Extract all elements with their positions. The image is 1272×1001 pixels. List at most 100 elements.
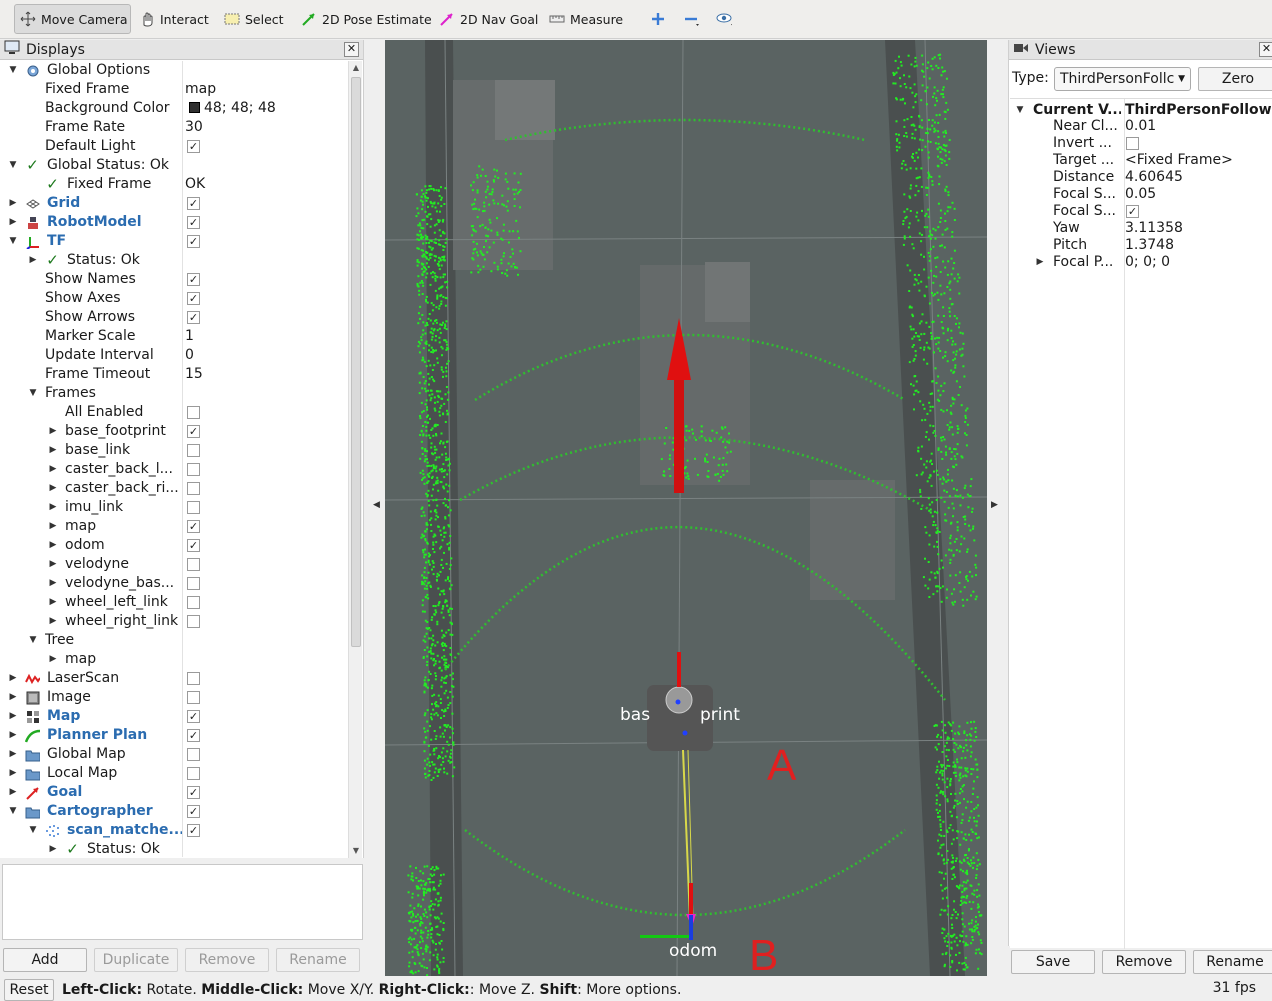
display-checkbox[interactable]: ✓	[187, 235, 200, 248]
zero-button[interactable]: Zero	[1198, 67, 1272, 91]
display-row-wheel-left-link[interactable]: ▶ wheel_left_link	[2, 593, 348, 612]
view-property-value[interactable]: 1.3748	[1125, 237, 1174, 254]
display-row-background-color[interactable]: Background Color 48; 48; 48	[2, 99, 348, 118]
expand-down-icon[interactable]: ▼	[7, 61, 19, 80]
expand-right-icon[interactable]: ▶	[47, 460, 59, 479]
display-row-show-names[interactable]: Show Names ✓	[2, 270, 348, 289]
display-row-default-light[interactable]: Default Light ✓	[2, 137, 348, 156]
display-row-imu-link[interactable]: ▶ imu_link	[2, 498, 348, 517]
expand-right-icon[interactable]: ▶	[47, 612, 59, 631]
display-row-status-ok[interactable]: ▶ ✓ Status: Ok	[2, 251, 348, 270]
display-row-local-map[interactable]: ▶ Local Map	[2, 764, 348, 783]
display-value[interactable]: 1	[185, 327, 194, 346]
display-checkbox[interactable]	[187, 596, 200, 609]
expand-down-icon[interactable]: ▼	[27, 631, 39, 650]
display-row-velodyne[interactable]: ▶ velodyne	[2, 555, 348, 574]
display-row-goal[interactable]: ▶ Goal ✓	[2, 783, 348, 802]
collapse-right-icon[interactable]: ▶	[991, 500, 998, 510]
add-button[interactable]: Add	[3, 948, 87, 972]
display-row-caster-back-ri[interactable]: ▶ caster_back_ri...	[2, 479, 348, 498]
expand-right-icon[interactable]: ▶	[7, 669, 19, 688]
view-property-checkbox[interactable]: ✓	[1126, 205, 1139, 218]
displays-scrollbar[interactable]: ▲ ▼	[348, 61, 362, 858]
display-checkbox[interactable]: ✓	[187, 140, 200, 153]
render-viewport[interactable]: bas print odom A B	[385, 40, 987, 976]
save-view-button[interactable]: Save	[1011, 950, 1095, 974]
expand-right-icon[interactable]: ▶	[47, 498, 59, 517]
display-row-scan-matche[interactable]: ▼ scan_matche... ✓	[2, 821, 348, 840]
display-row-all-enabled[interactable]: All Enabled	[2, 403, 348, 422]
expand-right-icon[interactable]: ▶	[47, 536, 59, 555]
display-checkbox[interactable]: ✓	[187, 824, 200, 837]
move-camera-button[interactable]: Move Camera	[14, 4, 131, 34]
view-property-row[interactable]: ▶ Focal P... 0; 0; 0	[1010, 254, 1272, 271]
display-row-robotmodel[interactable]: ▶ RobotModel ✓	[2, 213, 348, 232]
expand-right-icon[interactable]: ▶	[7, 783, 19, 802]
display-row-map[interactable]: ▶ map	[2, 650, 348, 669]
interact-button[interactable]: Interact	[134, 4, 214, 34]
display-checkbox[interactable]	[187, 482, 200, 495]
display-row-global-map[interactable]: ▶ Global Map	[2, 745, 348, 764]
expand-right-icon[interactable]: ▶	[1034, 254, 1046, 271]
remove-view-button[interactable]: Remove	[1102, 950, 1186, 974]
rename-view-button[interactable]: Rename	[1193, 950, 1272, 974]
view-property-row[interactable]: Focal S... ✓	[1010, 203, 1272, 220]
collapse-left-icon[interactable]: ◀	[373, 500, 380, 510]
view-property-row[interactable]: Focal S... 0.05	[1010, 186, 1272, 203]
display-checkbox[interactable]	[187, 501, 200, 514]
scrollbar-thumb[interactable]	[351, 77, 361, 647]
display-row-global-options[interactable]: ▼ Global Options	[2, 61, 348, 80]
expand-right-icon[interactable]: ▶	[7, 194, 19, 213]
expand-down-icon[interactable]: ▼	[7, 802, 19, 821]
expand-right-icon[interactable]: ▶	[47, 574, 59, 593]
expand-right-icon[interactable]: ▶	[7, 764, 19, 783]
display-checkbox[interactable]	[187, 748, 200, 761]
display-checkbox[interactable]: ✓	[187, 729, 200, 742]
display-row-cartographer[interactable]: ▼ Cartographer ✓	[2, 802, 348, 821]
display-row-fixed-frame[interactable]: Fixed Frame map	[2, 80, 348, 99]
display-value[interactable]: 15	[185, 365, 203, 384]
display-row-show-axes[interactable]: Show Axes ✓	[2, 289, 348, 308]
remove-tool-button[interactable]	[678, 4, 704, 34]
expand-right-icon[interactable]: ▶	[7, 707, 19, 726]
display-checkbox[interactable]	[187, 463, 200, 476]
display-checkbox[interactable]: ✓	[187, 520, 200, 533]
display-checkbox[interactable]	[187, 672, 200, 685]
scroll-up-icon[interactable]: ▲	[349, 61, 363, 75]
display-row-tf[interactable]: ▼ TF ✓	[2, 232, 348, 251]
reset-button[interactable]: Reset	[4, 979, 54, 1001]
display-row-marker-scale[interactable]: Marker Scale 1	[2, 327, 348, 346]
display-checkbox[interactable]	[187, 406, 200, 419]
display-row-fixed-frame[interactable]: ✓ Fixed Frame OK	[2, 175, 348, 194]
pose-estimate-button[interactable]: 2D Pose Estimate	[296, 4, 437, 34]
expand-right-icon[interactable]: ▶	[47, 479, 59, 498]
display-row-tree[interactable]: ▼ Tree	[2, 631, 348, 650]
display-checkbox[interactable]: ✓	[187, 805, 200, 818]
nav-goal-button[interactable]: 2D Nav Goal	[434, 4, 543, 34]
expand-right-icon[interactable]: ▶	[7, 688, 19, 707]
color-swatch[interactable]	[189, 102, 200, 113]
view-property-value[interactable]: <Fixed Frame>	[1125, 152, 1233, 169]
expand-down-icon[interactable]: ▼	[27, 821, 39, 840]
display-row-update-interval[interactable]: Update Interval 0	[2, 346, 348, 365]
close-views-icon[interactable]: ✕	[1259, 42, 1272, 57]
display-checkbox[interactable]	[187, 558, 200, 571]
view-property-value[interactable]: 0.05	[1125, 186, 1156, 203]
expand-right-icon[interactable]: ▶	[7, 726, 19, 745]
rename-display-button[interactable]: Rename	[276, 948, 360, 972]
view-property-row[interactable]: Target ... <Fixed Frame>	[1010, 152, 1272, 169]
display-value[interactable]: OK	[185, 175, 205, 194]
view-property-row[interactable]: Pitch 1.3748	[1010, 237, 1272, 254]
display-value[interactable]: 0	[185, 346, 194, 365]
display-checkbox[interactable]	[187, 577, 200, 590]
view-property-row[interactable]: Distance 4.60645	[1010, 169, 1272, 186]
display-row-caster-back-l[interactable]: ▶ caster_back_l...	[2, 460, 348, 479]
display-row-wheel-right-link[interactable]: ▶ wheel_right_link	[2, 612, 348, 631]
display-row-velodyne-bas[interactable]: ▶ velodyne_bas...	[2, 574, 348, 593]
expand-right-icon[interactable]: ▶	[47, 840, 59, 857]
display-checkbox[interactable]: ✓	[187, 216, 200, 229]
display-row-map[interactable]: ▶ Map ✓	[2, 707, 348, 726]
display-row-frame-timeout[interactable]: Frame Timeout 15	[2, 365, 348, 384]
display-checkbox[interactable]	[187, 767, 200, 780]
display-row-planner-plan[interactable]: ▶ Planner Plan ✓	[2, 726, 348, 745]
